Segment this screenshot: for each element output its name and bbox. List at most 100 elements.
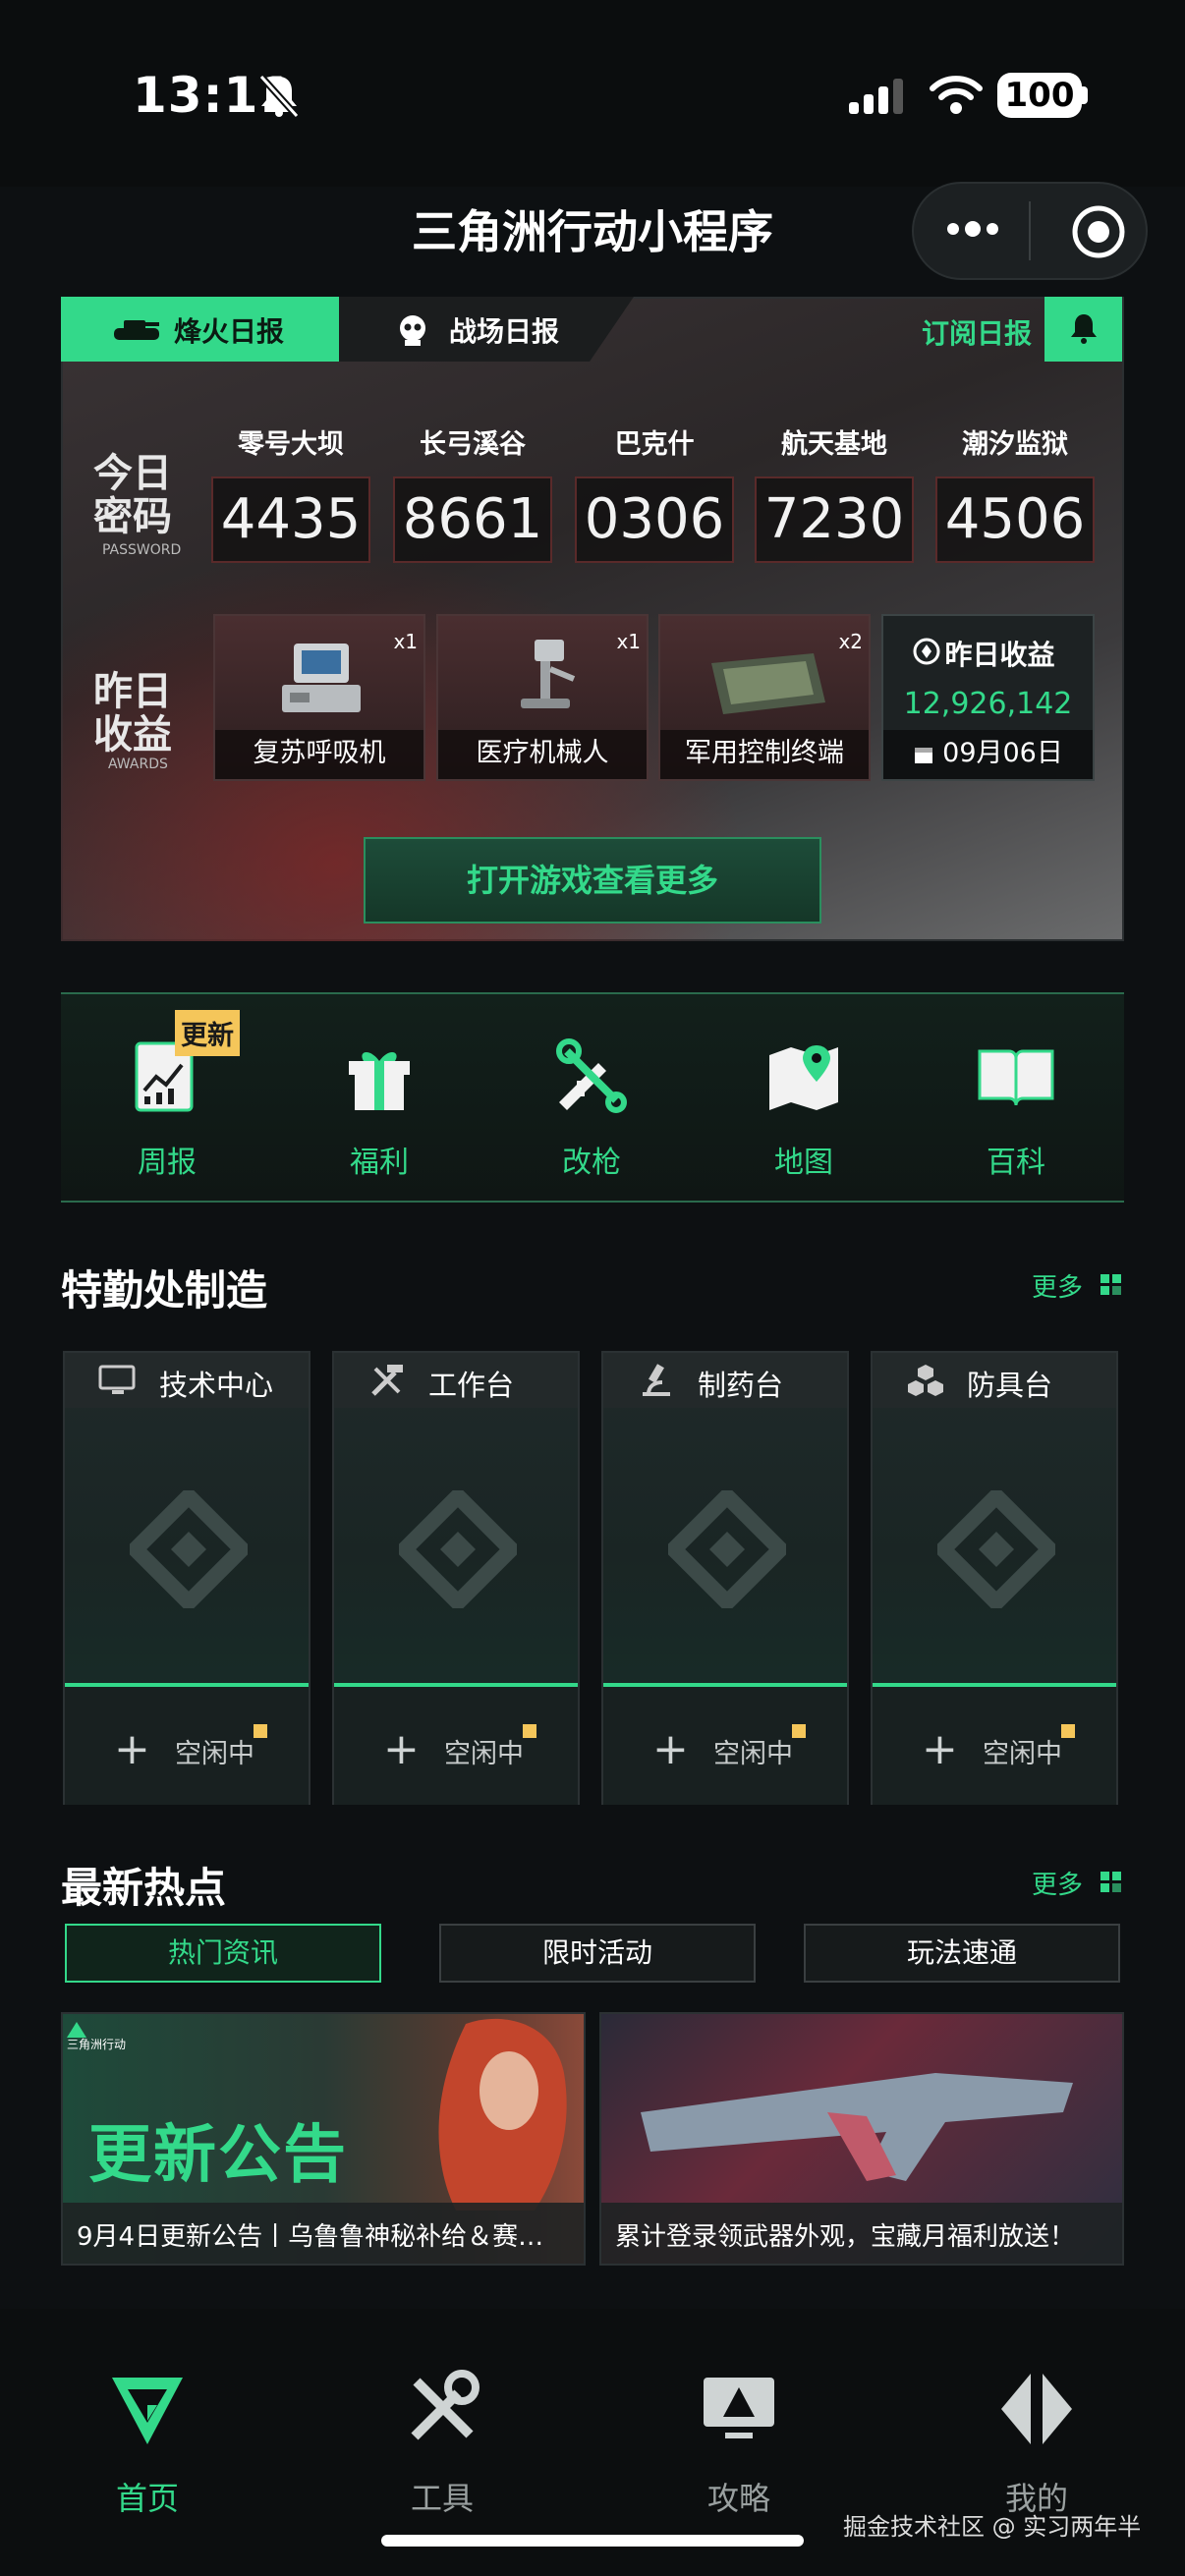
plus-icon[interactable]: + (922, 1724, 958, 1774)
map-name: 航天基地 (781, 429, 887, 460)
special-ops-title: 特勤处制造 (61, 1266, 268, 1315)
map-code: 7230 (755, 476, 914, 563)
tab-mine[interactable]: 我的 (938, 2368, 1135, 2519)
tab-fenghuo-label: 烽火日报 (174, 315, 285, 348)
faction-logo-icon (399, 1490, 517, 1608)
workstation-header: 防具台 (873, 1353, 1116, 1408)
item-name: 军用控制终端 (660, 730, 869, 779)
awards-label: 昨日收益 (93, 669, 172, 757)
quick-nav-wiki[interactable]: 百科 (937, 1032, 1095, 1181)
quick-nav-map[interactable]: 地图 (725, 1032, 882, 1181)
item-qty: x1 (616, 630, 641, 653)
rifle-image (641, 2073, 1073, 2181)
bell-icon (1071, 314, 1097, 344)
item-qty: x2 (838, 630, 863, 653)
earnings-card: 昨日收益 12,926,142 09月06日 (881, 614, 1095, 781)
update-badge: 更新 (175, 1010, 240, 1056)
news-caption: 9月4日更新公告丨乌鲁鲁神秘补给＆赛… (63, 2203, 584, 2264)
tab-hot-news[interactable]: 热门资讯 (65, 1924, 381, 1983)
workstation-card[interactable]: 工作台 + 空闲中 (332, 1351, 580, 1805)
cellular-signal-icon (849, 79, 903, 114)
profile-logo-icon (1001, 2374, 1072, 2444)
map-name: 长弓溪谷 (420, 429, 526, 460)
workstation-status: 空闲中 (713, 1739, 793, 1769)
special-ops-more[interactable]: 更多 (1032, 1267, 1083, 1304)
quick-nav-welfare[interactable]: 福利 (301, 1032, 458, 1181)
password-sublabel: PASSWORD (102, 542, 182, 558)
news-caption: 累计登录领武器外观，宝藏月福利放送！ (601, 2203, 1122, 2264)
workstation-header: 技术中心 (65, 1353, 309, 1408)
status-flag (523, 1724, 536, 1738)
tab-label: 首页 (115, 2480, 179, 2517)
ventilator-icon (282, 644, 361, 712)
quick-nav-label: 福利 (350, 1146, 409, 1180)
subscribe-report-link[interactable]: 订阅日报 (922, 312, 1032, 352)
tab-label: 攻略 (706, 2480, 770, 2517)
character-portrait (438, 2018, 567, 2211)
tab-home[interactable]: 首页 (49, 2368, 246, 2519)
status-flag (254, 1724, 267, 1738)
workstation-card[interactable]: 防具台 + 空闲中 (871, 1351, 1118, 1805)
tab-fenghuo-report[interactable]: 烽火日报 (61, 297, 339, 362)
home-delta-icon (112, 2378, 183, 2444)
workstation-name: 制药台 (698, 1369, 784, 1402)
map-code: 8661 (393, 476, 552, 563)
news-more[interactable]: 更多 (1032, 1865, 1083, 1901)
map-name: 巴克什 (614, 429, 695, 460)
faction-logo-icon (668, 1490, 786, 1608)
plus-icon[interactable]: + (652, 1724, 689, 1774)
workstation-header: 工作台 (334, 1353, 578, 1408)
tab-label: 工具 (410, 2480, 474, 2517)
computer-icon (98, 1365, 136, 1394)
news-card[interactable]: 三角洲行动 更新公告 9月4日更新公告丨乌鲁鲁神秘补给＆赛… (61, 2012, 586, 2266)
plus-icon[interactable]: + (383, 1724, 420, 1774)
item-name: 复苏呼吸机 (215, 730, 423, 779)
tab-battlefield-label: 战场日报 (449, 315, 560, 348)
notification-button[interactable] (1044, 297, 1122, 362)
award-item-card[interactable]: x1 医疗机械人 (436, 614, 649, 781)
tab-gameplay-guide[interactable]: 玩法速通 (804, 1924, 1120, 1983)
workstation-footer: + 空闲中 (603, 1687, 847, 1805)
status-flag (792, 1724, 806, 1738)
status-flag (1061, 1724, 1075, 1738)
workstation-name: 防具台 (967, 1369, 1053, 1402)
workstation-header: 制药台 (603, 1353, 847, 1408)
update-notice-overlay: 更新公告 (88, 2119, 348, 2192)
news-title: 最新热点 (61, 1864, 227, 1912)
tank-icon (114, 320, 159, 340)
watermark-text: 掘金技术社区 @ 实习两年半 (843, 2513, 1142, 2541)
more-dots-icon[interactable] (943, 214, 1002, 244)
capsule-divider (1029, 201, 1031, 260)
workstation-footer: + 空闲中 (65, 1687, 309, 1805)
workstation-footer: + 空闲中 (873, 1687, 1116, 1805)
tab-guides[interactable]: 攻略 (641, 2368, 837, 2519)
grid-icon[interactable] (1100, 1872, 1122, 1893)
home-indicator[interactable] (381, 2535, 804, 2547)
map-name: 潮汐监狱 (962, 429, 1068, 460)
battery-indicator: 100 (997, 73, 1082, 118)
workstation-status: 空闲中 (175, 1739, 254, 1769)
close-target-icon[interactable] (1071, 204, 1126, 259)
workstation-card[interactable]: 制药台 + 空闲中 (601, 1351, 849, 1805)
grid-icon[interactable] (1100, 1274, 1122, 1296)
workstation-card[interactable]: 技术中心 + 空闲中 (63, 1351, 310, 1805)
open-game-button[interactable]: 打开游戏查看更多 (364, 837, 821, 924)
tab-limited-events[interactable]: 限时活动 (439, 1924, 756, 1983)
bell-off-icon (258, 74, 300, 119)
tab-tools[interactable]: 工具 (344, 2368, 540, 2519)
award-item-card[interactable]: x1 复苏呼吸机 (213, 614, 425, 781)
wifi-icon (930, 76, 983, 114)
workstation-name: 技术中心 (159, 1369, 274, 1402)
plus-icon[interactable]: + (114, 1724, 150, 1774)
gun-wrench-icon (556, 1038, 627, 1113)
workstation-status: 空闲中 (983, 1739, 1062, 1769)
quick-nav-label: 周报 (138, 1146, 197, 1180)
workstation-status: 空闲中 (444, 1739, 524, 1769)
award-item-card[interactable]: x2 军用控制终端 (658, 614, 871, 781)
quick-nav-gun-mod[interactable]: 改枪 (513, 1032, 670, 1181)
awards-sublabel: AWARDS (108, 756, 168, 772)
workstation-footer: + 空闲中 (334, 1687, 578, 1805)
news-card[interactable]: 累计登录领武器外观，宝藏月福利放送！ (599, 2012, 1124, 2266)
item-name: 医疗机械人 (438, 730, 647, 779)
tab-battlefield-report[interactable]: 战场日报 (339, 297, 634, 362)
